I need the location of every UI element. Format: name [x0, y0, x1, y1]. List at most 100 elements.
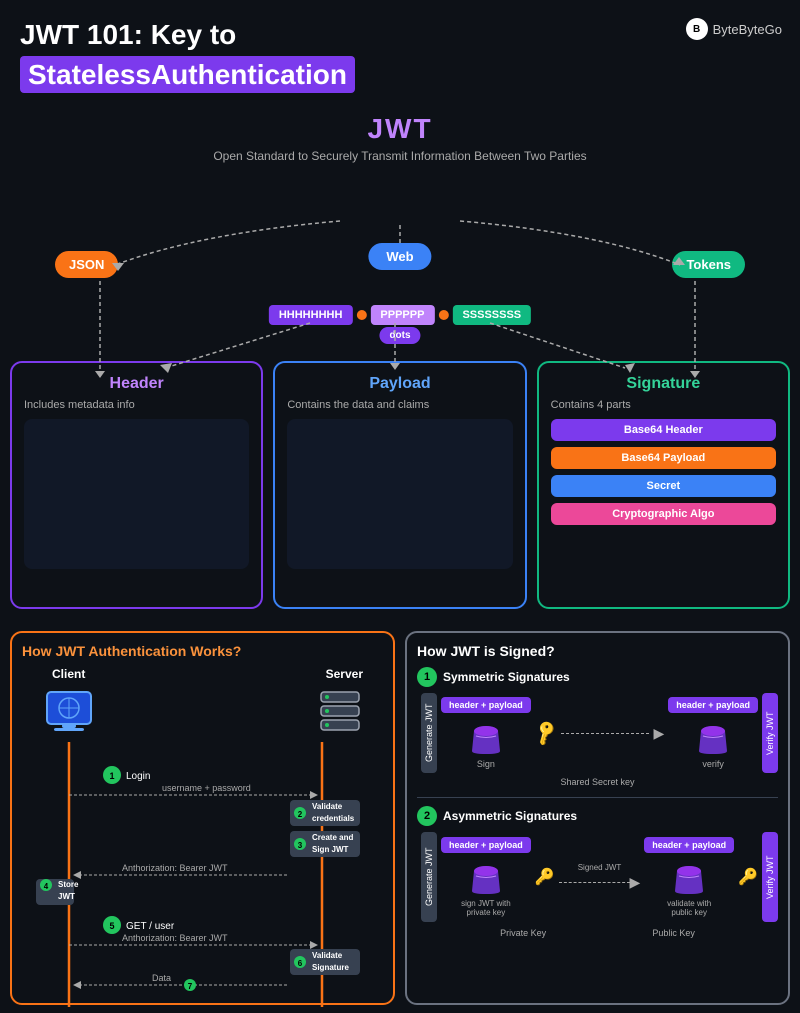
bucket-icon-sym-left [466, 716, 506, 756]
svg-text:Store: Store [58, 880, 79, 889]
jwt-title: JWT [10, 103, 790, 145]
svg-text:1: 1 [109, 771, 114, 781]
signature-box: Signature Contains 4 parts Base64 Header… [537, 361, 790, 609]
asym-sign-label: sign JWT withprivate key [461, 899, 511, 918]
key-labels-row: Private Key Public Key [417, 928, 778, 938]
symmetric-section: 1 Symmetric Signatures Generate JWT head… [417, 667, 778, 787]
dot2 [438, 310, 448, 320]
svg-text:Sign JWT: Sign JWT [312, 845, 349, 854]
bucket-icon-asym-left [466, 856, 506, 896]
svg-text:GET / user: GET / user [126, 921, 175, 932]
jwt-subtitle: Open Standard to Securely Transmit Infor… [10, 149, 790, 163]
badge-web: Web [368, 243, 431, 270]
boxes-row: Header Includes metadata info Payload Co… [10, 361, 790, 609]
svg-text:2: 2 [298, 810, 303, 819]
asymmetric-section: 2 Asymmetric Signatures Generate JWT hea… [417, 806, 778, 938]
svg-text:Anthorization: Bearer JWT: Anthorization: Bearer JWT [122, 863, 228, 873]
signed-jwt-label: Signed JWT [578, 863, 622, 872]
svg-text:JWT: JWT [58, 892, 75, 901]
auth-diagram: Client Server [22, 667, 383, 1007]
public-key-label: Public Key [652, 928, 695, 938]
bucket-icon-asym-right [669, 856, 709, 896]
sym-hp-left: header + payload [441, 697, 531, 713]
page-title: JWT 101: Key to StatelessAuthentication [20, 18, 780, 93]
payload-box-title: Payload [287, 375, 512, 393]
asym-arrow-container: Signed JWT ▶ [559, 863, 641, 891]
token-signature-part: SSSSSSSS [452, 305, 531, 325]
sym-arrow [561, 733, 649, 734]
svg-text:Create and: Create and [312, 833, 353, 842]
asym-validate-label: validate withpublic key [667, 899, 711, 918]
svg-text:Signature: Signature [312, 963, 349, 972]
logo-icon: B [686, 18, 708, 40]
asym-hp-left: header + payload [441, 837, 531, 853]
sig-part-crypto-algo: Cryptographic Algo [551, 503, 776, 525]
generate-jwt-label-sym: Generate JWT [421, 693, 437, 773]
verify-jwt-label-sym: Verify JWT [762, 693, 778, 773]
public-key-icon: 🔑 [738, 867, 758, 887]
asym-hp-right: header + payload [644, 837, 734, 853]
dot1 [356, 310, 366, 320]
sym-key-icon: 🔑 [531, 718, 561, 747]
sym-verify-label: verify [702, 759, 724, 769]
header-box: Header Includes metadata info [10, 361, 263, 609]
sym-right-bucket: header + payload verify [668, 697, 758, 769]
signature-box-desc: Contains 4 parts [551, 399, 776, 411]
svg-text:Data: Data [152, 973, 171, 983]
badge-tokens: Tokens [672, 251, 745, 278]
sig-part-base64-payload: Base64 Payload [551, 447, 776, 469]
token-header-part: HHHHHHHH [269, 305, 353, 325]
token-payload-part: PPPPPP [370, 305, 434, 325]
auth-flow-svg: 1 Login username + password 2 Validate c… [22, 667, 383, 1007]
payload-box-inner [287, 419, 512, 569]
svg-text:7: 7 [188, 982, 193, 991]
sym-sign-label: Sign [477, 759, 495, 769]
sym-hp-right: header + payload [668, 697, 758, 713]
bottom-panels: How JWT Authentication Works? Client Ser… [0, 623, 800, 1013]
asym-left-bucket: header + payload sign JWT withprivate ke… [441, 837, 531, 918]
jwt-diagram: JWT Open Standard to Securely Transmit I… [0, 103, 800, 623]
svg-text:3: 3 [298, 841, 303, 850]
asymmetric-label: 2 Asymmetric Signatures [417, 806, 778, 826]
private-key-icon: 🔑 [535, 867, 555, 887]
svg-text:Login: Login [126, 771, 150, 782]
logo-text: ByteByteGo [713, 22, 782, 37]
bucket-icon-sym-right [693, 716, 733, 756]
svg-text:6: 6 [298, 959, 303, 968]
svg-text:Anthorization: Bearer JWT: Anthorization: Bearer JWT [122, 933, 228, 943]
payload-box: Payload Contains the data and claims [273, 361, 526, 609]
signature-parts: Base64 Header Base64 Payload Secret Cryp… [551, 419, 776, 525]
header-box-desc: Includes metadata info [24, 399, 249, 411]
signature-box-title: Signature [551, 375, 776, 393]
svg-text:5: 5 [109, 921, 114, 931]
svg-text:Validate: Validate [312, 802, 343, 811]
payload-box-desc: Contains the data and claims [287, 399, 512, 411]
svg-text:credentials: credentials [312, 814, 355, 823]
sign-panel: How JWT is Signed? 1 Symmetric Signature… [405, 631, 790, 1005]
private-key-label: Private Key [500, 928, 546, 938]
asymmetric-row: Generate JWT header + payload sign JWT w… [421, 832, 778, 922]
generate-jwt-label-asym: Generate JWT [421, 832, 437, 922]
token-row: HHHHHHHH PPPPPP SSSSSSSS [269, 305, 531, 325]
symmetric-row: Generate JWT header + payload Sign 🔑 [421, 693, 778, 773]
sig-part-secret: Secret [551, 475, 776, 497]
verify-jwt-label-asym: Verify JWT [762, 832, 778, 922]
sign-diagram: 1 Symmetric Signatures Generate JWT head… [417, 667, 778, 987]
symmetric-label: 1 Symmetric Signatures [417, 667, 778, 687]
sym-num: 1 [417, 667, 437, 687]
divider [417, 797, 778, 798]
svg-text:username + password: username + password [162, 783, 251, 793]
svg-text:Validate: Validate [312, 951, 343, 960]
sign-panel-title: How JWT is Signed? [417, 643, 778, 659]
dots-badge: dots [379, 327, 420, 344]
header-box-title: Header [24, 375, 249, 393]
auth-panel-title: How JWT Authentication Works? [22, 643, 383, 659]
sig-part-base64-header: Base64 Header [551, 419, 776, 441]
badge-json: JSON [55, 251, 118, 278]
auth-panel: How JWT Authentication Works? Client Ser… [10, 631, 395, 1005]
asym-right-bucket: header + payload validate withpublic key [644, 837, 734, 918]
asym-num: 2 [417, 806, 437, 826]
logo: B ByteByteGo [686, 18, 782, 40]
svg-text:4: 4 [44, 882, 49, 891]
header-section: JWT 101: Key to StatelessAuthentication [0, 0, 800, 103]
